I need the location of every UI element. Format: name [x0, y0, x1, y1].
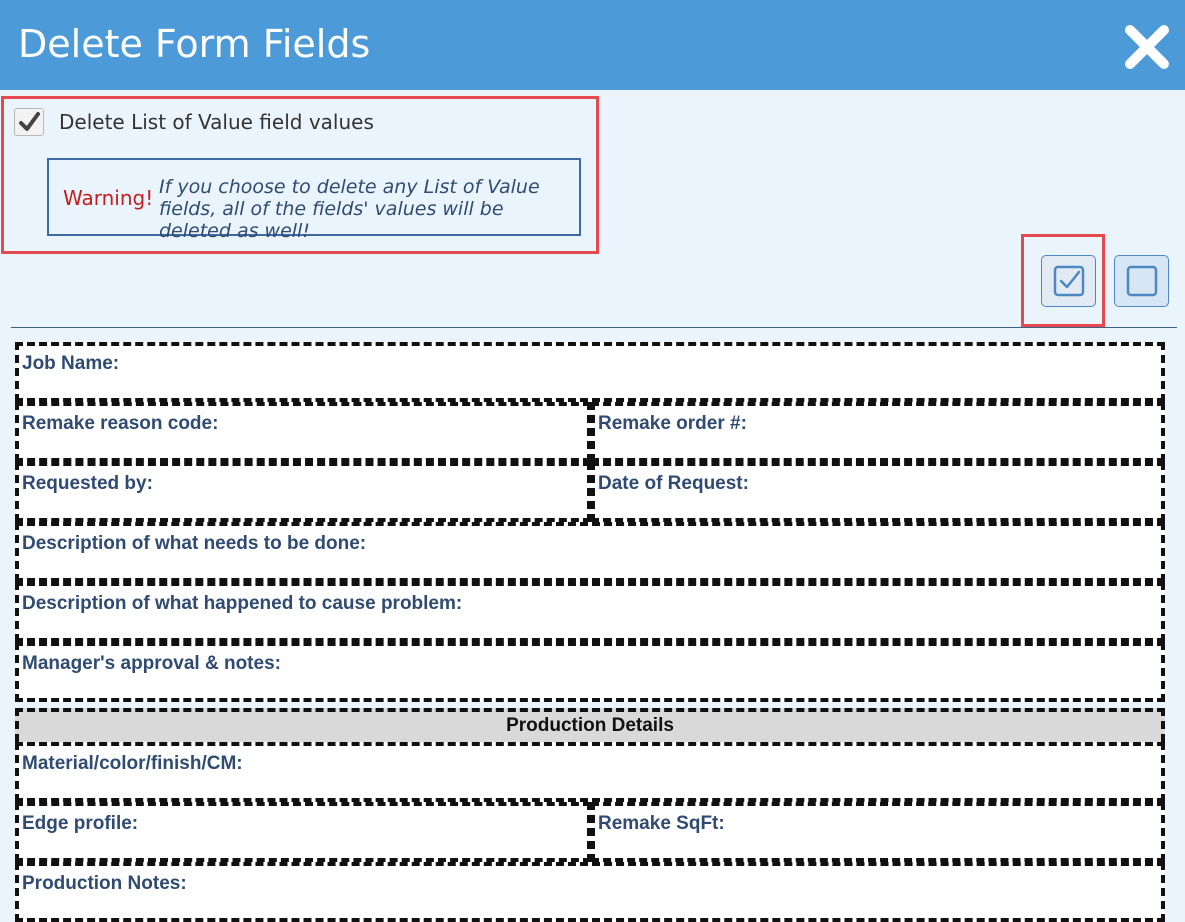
warning-tag: Warning!: [63, 186, 154, 210]
warning-text: If you choose to delete any List of Valu…: [159, 176, 540, 242]
field-job-name[interactable]: Job Name:: [15, 342, 1165, 402]
checkbox-checked-icon: [1053, 265, 1085, 297]
field-remake-sqft[interactable]: Remake SqFt:: [591, 802, 1165, 862]
close-icon: [1125, 25, 1169, 69]
field-label: Edge profile:: [22, 813, 139, 834]
field-description-cause[interactable]: Description of what happened to cause pr…: [15, 582, 1165, 642]
field-label: Job Name:: [22, 353, 120, 374]
checkmark-icon: [19, 112, 40, 131]
field-requested-by[interactable]: Requested by:: [15, 462, 591, 522]
dialog-header: Delete Form Fields: [0, 0, 1185, 90]
field-label: Material/color/finish/CM:: [22, 753, 243, 774]
delete-lov-checkbox[interactable]: [14, 108, 44, 136]
field-material[interactable]: Material/color/finish/CM:: [15, 742, 1165, 802]
field-label: Remake reason code:: [22, 413, 219, 434]
divider: [11, 327, 1177, 328]
field-label: Requested by:: [22, 473, 153, 494]
close-button[interactable]: [1124, 24, 1170, 70]
field-description-needed[interactable]: Description of what needs to be done:: [15, 522, 1165, 582]
select-none-button[interactable]: [1114, 255, 1169, 307]
field-label: Remake order #:: [598, 413, 747, 434]
delete-lov-label: Delete List of Value field values: [59, 110, 374, 134]
select-all-button[interactable]: [1041, 255, 1096, 307]
field-label: Date of Request:: [598, 473, 749, 494]
field-label: Production Notes:: [22, 873, 187, 894]
field-remake-order[interactable]: Remake order #:: [591, 402, 1165, 462]
section-title: Production Details: [506, 715, 674, 736]
warning-box: Warning! If you choose to delete any Lis…: [47, 158, 581, 242]
field-label: Description of what happened to cause pr…: [22, 593, 463, 614]
field-production-notes[interactable]: Production Notes:: [15, 862, 1165, 922]
dialog-title: Delete Form Fields: [18, 22, 371, 66]
field-edge-profile[interactable]: Edge profile:: [15, 802, 591, 862]
field-label: Manager's approval & notes:: [22, 653, 281, 674]
field-label: Description of what needs to be done:: [22, 533, 367, 554]
section-production-details: Production Details: [15, 708, 1165, 742]
field-label: Remake SqFt:: [598, 813, 725, 834]
field-remake-reason[interactable]: Remake reason code:: [15, 402, 591, 462]
checkbox-empty-icon: [1126, 265, 1158, 297]
field-date-of-request[interactable]: Date of Request:: [591, 462, 1165, 522]
field-manager-approval[interactable]: Manager's approval & notes:: [15, 642, 1165, 702]
